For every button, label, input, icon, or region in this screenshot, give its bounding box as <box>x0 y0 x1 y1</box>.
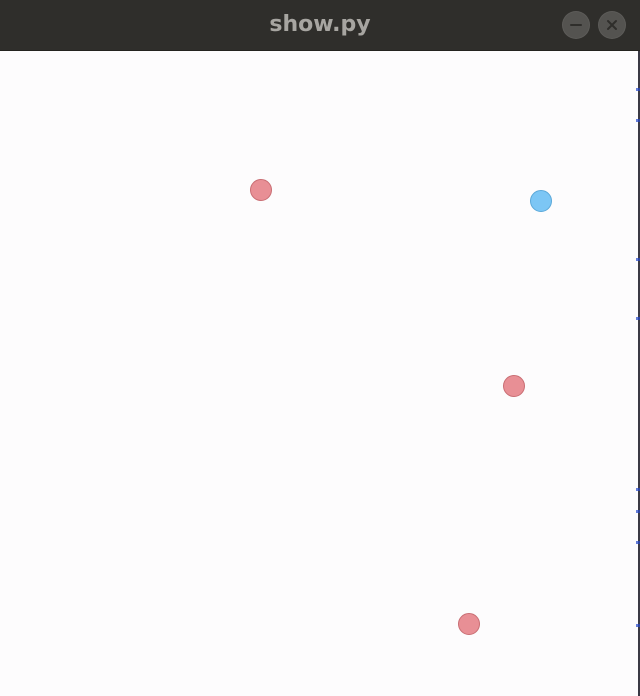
close-icon <box>607 20 617 30</box>
edge-marker <box>636 510 640 513</box>
edge-marker <box>636 88 640 91</box>
edge-marker <box>636 488 640 491</box>
red-dot <box>250 179 272 201</box>
minimize-icon <box>570 24 582 26</box>
app-window: show.py <box>0 0 640 696</box>
red-dot <box>458 613 480 635</box>
minimize-button[interactable] <box>562 11 590 39</box>
edge-marker <box>636 258 640 261</box>
red-dot <box>503 375 525 397</box>
edge-marker <box>636 541 640 544</box>
window-title: show.py <box>269 12 371 37</box>
drawing-canvas[interactable] <box>0 51 640 696</box>
edge-marker <box>636 624 640 627</box>
close-button[interactable] <box>598 11 626 39</box>
window-titlebar[interactable]: show.py <box>0 0 640 51</box>
edge-marker <box>636 119 640 122</box>
blue-dot <box>530 190 552 212</box>
edge-marker <box>636 317 640 320</box>
